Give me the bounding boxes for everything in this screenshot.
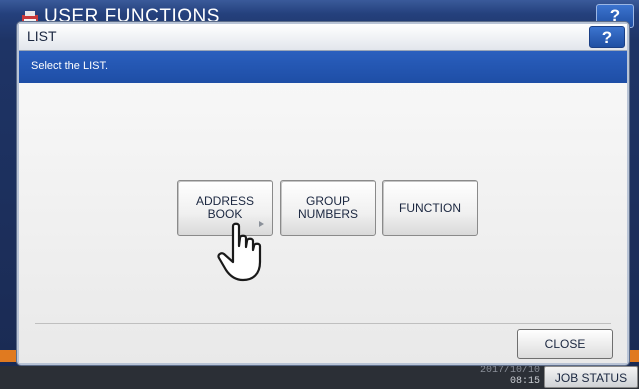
- dialog-help-button[interactable]: ?: [589, 26, 625, 48]
- group-numbers-button[interactable]: GROUP NUMBERS: [280, 180, 376, 236]
- clock-date: 2017/10/10: [479, 365, 540, 376]
- instruction-message: Select the LIST.: [31, 60, 109, 72]
- footer-divider: [35, 323, 611, 324]
- function-button[interactable]: FUNCTION: [382, 180, 478, 236]
- message-bar: Select the LIST.: [19, 51, 627, 83]
- clock-time: 08:15: [509, 376, 540, 387]
- pointing-hand-icon: [217, 222, 262, 282]
- function-label: FUNCTION: [399, 200, 461, 215]
- list-dialog: LIST ? Select the LIST. ADDRESS BOOK GRO…: [17, 22, 629, 365]
- group-numbers-label: GROUP NUMBERS: [297, 194, 358, 221]
- dialog-title-bar: LIST ?: [19, 24, 627, 51]
- address-book-label: ADDRESS BOOK: [195, 194, 254, 221]
- clock: 2017/10/10 08:15: [470, 365, 540, 387]
- dialog-title: LIST: [27, 28, 57, 44]
- close-button[interactable]: CLOSE: [517, 329, 613, 359]
- orange-strip-right: [628, 350, 639, 362]
- job-status-button[interactable]: JOB STATUS: [544, 366, 638, 388]
